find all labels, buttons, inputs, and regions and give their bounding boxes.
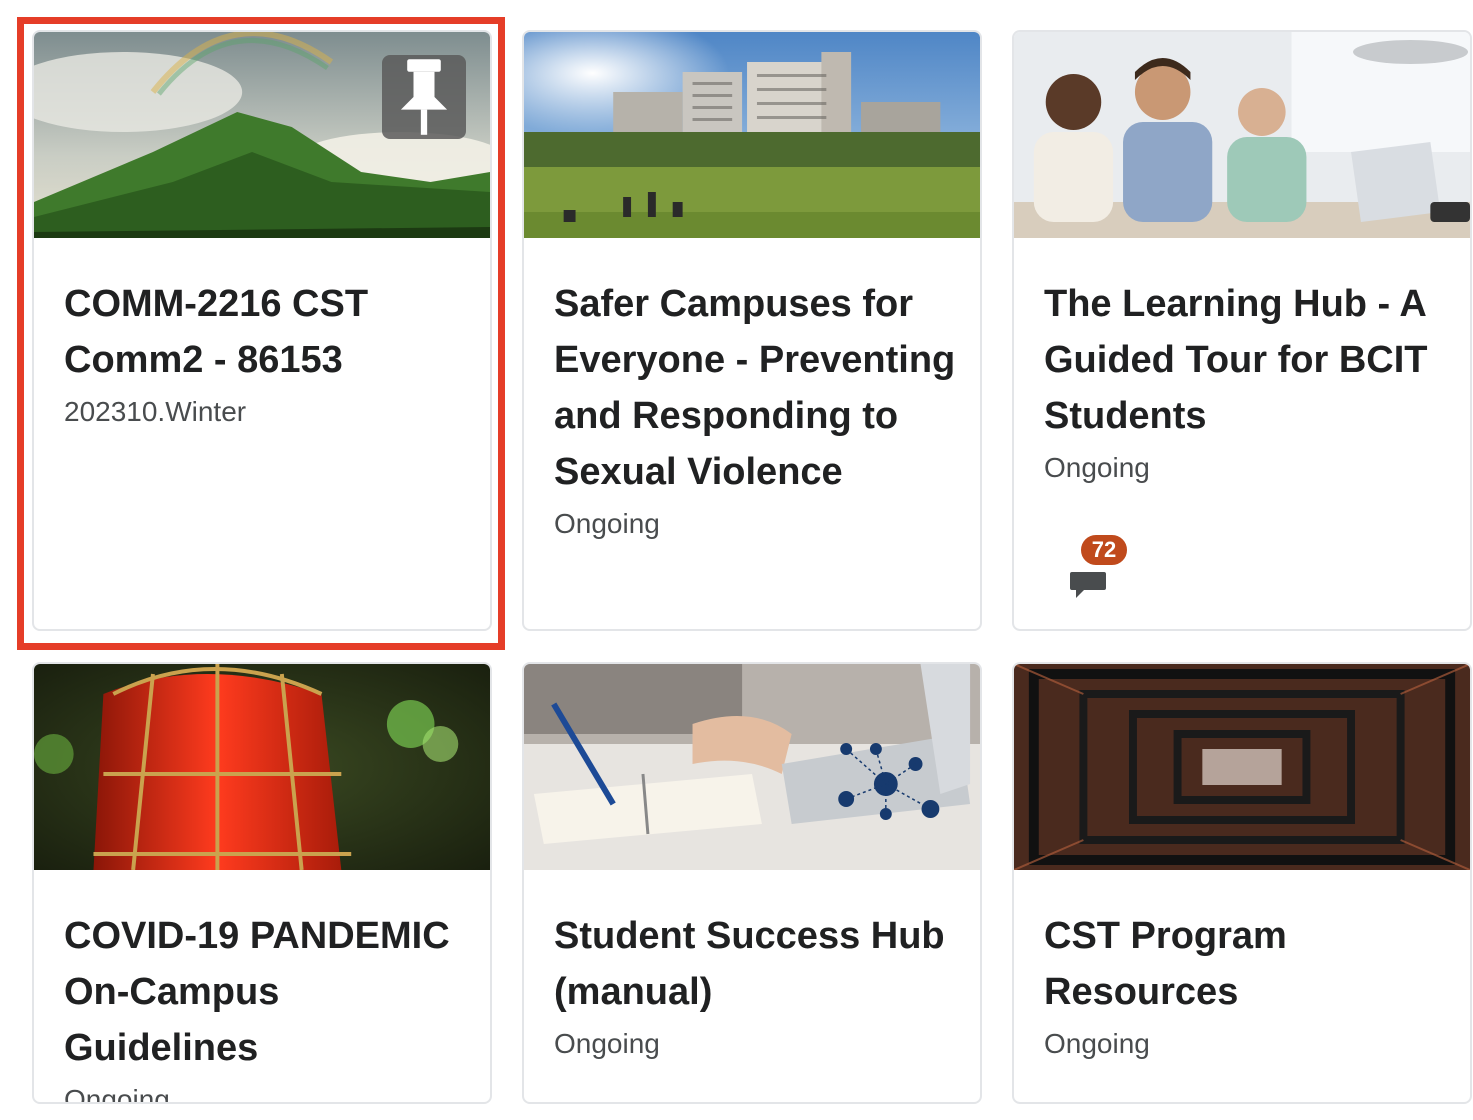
course-card-learning-hub[interactable]: The Learning Hub - A Guided Tour for BCI…	[1012, 30, 1472, 631]
course-image-notebook	[524, 664, 980, 870]
chat-bubble-icon	[1070, 572, 1106, 598]
course-title[interactable]: The Learning Hub - A Guided Tour for BCI…	[1044, 276, 1446, 444]
course-image-alarm	[34, 664, 490, 870]
course-term: Ongoing	[554, 1028, 660, 1059]
course-title[interactable]: COMM-2216 CST Comm2 - 86153	[64, 276, 466, 388]
notification-count-badge: 72	[1078, 532, 1130, 568]
course-card-safer-campuses[interactable]: Safer Campuses for Everyone - Preventing…	[522, 30, 982, 631]
course-image-students	[1014, 32, 1470, 238]
course-term: Ongoing	[1044, 1028, 1150, 1059]
course-term: 202310.Winter	[64, 396, 247, 427]
course-image-structure	[1014, 664, 1470, 870]
course-title[interactable]: Safer Campuses for Everyone - Preventing…	[554, 276, 956, 500]
pin-icon	[400, 59, 448, 135]
course-card-comm-2216[interactable]: COMM-2216 CST Comm2 - 86153 202310.Winte…	[32, 30, 492, 631]
course-image-mountain	[34, 32, 490, 238]
course-term: Ongoing	[64, 1084, 170, 1104]
discussion-notifications[interactable]: 72	[1068, 532, 1138, 602]
course-image-campus	[524, 32, 980, 238]
course-card-student-success-hub[interactable]: Student Success Hub (manual) Ongoing	[522, 662, 982, 1104]
course-title[interactable]: CST Program Resources	[1044, 908, 1446, 1020]
course-card-cst-program-resources[interactable]: CST Program Resources Ongoing	[1012, 662, 1472, 1104]
course-term: Ongoing	[1044, 452, 1150, 483]
course-card-covid-19[interactable]: COVID-19 PANDEMIC On-Campus Guidelines O…	[32, 662, 492, 1104]
pin-button[interactable]	[382, 55, 466, 139]
course-title[interactable]: COVID-19 PANDEMIC On-Campus Guidelines	[64, 908, 466, 1076]
course-title[interactable]: Student Success Hub (manual)	[554, 908, 956, 1020]
course-term: Ongoing	[554, 508, 660, 539]
